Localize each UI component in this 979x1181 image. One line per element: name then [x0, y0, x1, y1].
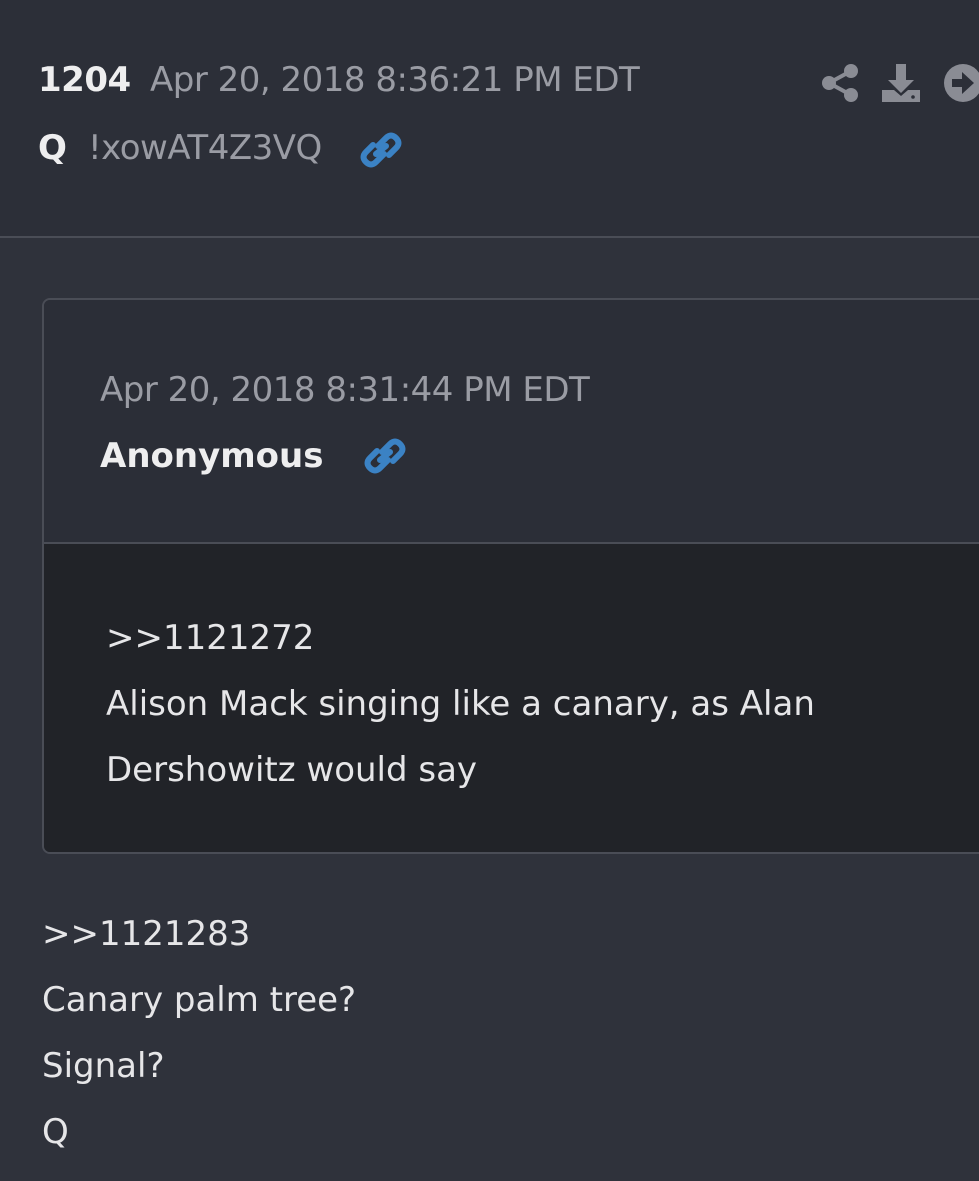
post-number[interactable]: 1204: [38, 60, 131, 100]
quoted-post-timestamp: Apr 20, 2018 8:31:44 PM EDT: [100, 370, 590, 410]
download-icon[interactable]: [880, 62, 922, 104]
link-icon[interactable]: [358, 130, 404, 170]
post-reference-link[interactable]: >>1121283: [42, 914, 250, 954]
quoted-post-text-line: Dershowitz would say: [106, 750, 478, 790]
arrow-circle-right-icon[interactable]: [942, 62, 979, 104]
quoted-post-card: Apr 20, 2018 8:31:44 PM EDT Anonymous >>…: [42, 298, 979, 854]
post-signature: Q: [42, 1112, 69, 1152]
quoted-post-text-line: Alison Mack singing like a canary, as Al…: [106, 684, 815, 724]
post-text-line: Signal?: [42, 1046, 165, 1086]
share-icon[interactable]: [820, 63, 860, 103]
quoted-post-author: Anonymous: [100, 436, 324, 476]
post-author: Q: [38, 128, 67, 168]
quoted-post-body: >>1121272 Alison Mack singing like a can…: [44, 544, 979, 852]
post-timestamp: Apr 20, 2018 8:36:21 PM EDT: [150, 60, 640, 100]
quoted-post-reference-link[interactable]: >>1121272: [106, 618, 314, 658]
post-tripcode: !xowAT4Z3VQ: [88, 128, 322, 168]
quoted-post-header: Apr 20, 2018 8:31:44 PM EDT Anonymous: [44, 300, 979, 544]
post-header: 1204 Apr 20, 2018 8:36:21 PM EDT Q !xowA…: [0, 0, 979, 238]
link-icon[interactable]: [362, 436, 408, 476]
post-text-line: Canary palm tree?: [42, 980, 357, 1020]
